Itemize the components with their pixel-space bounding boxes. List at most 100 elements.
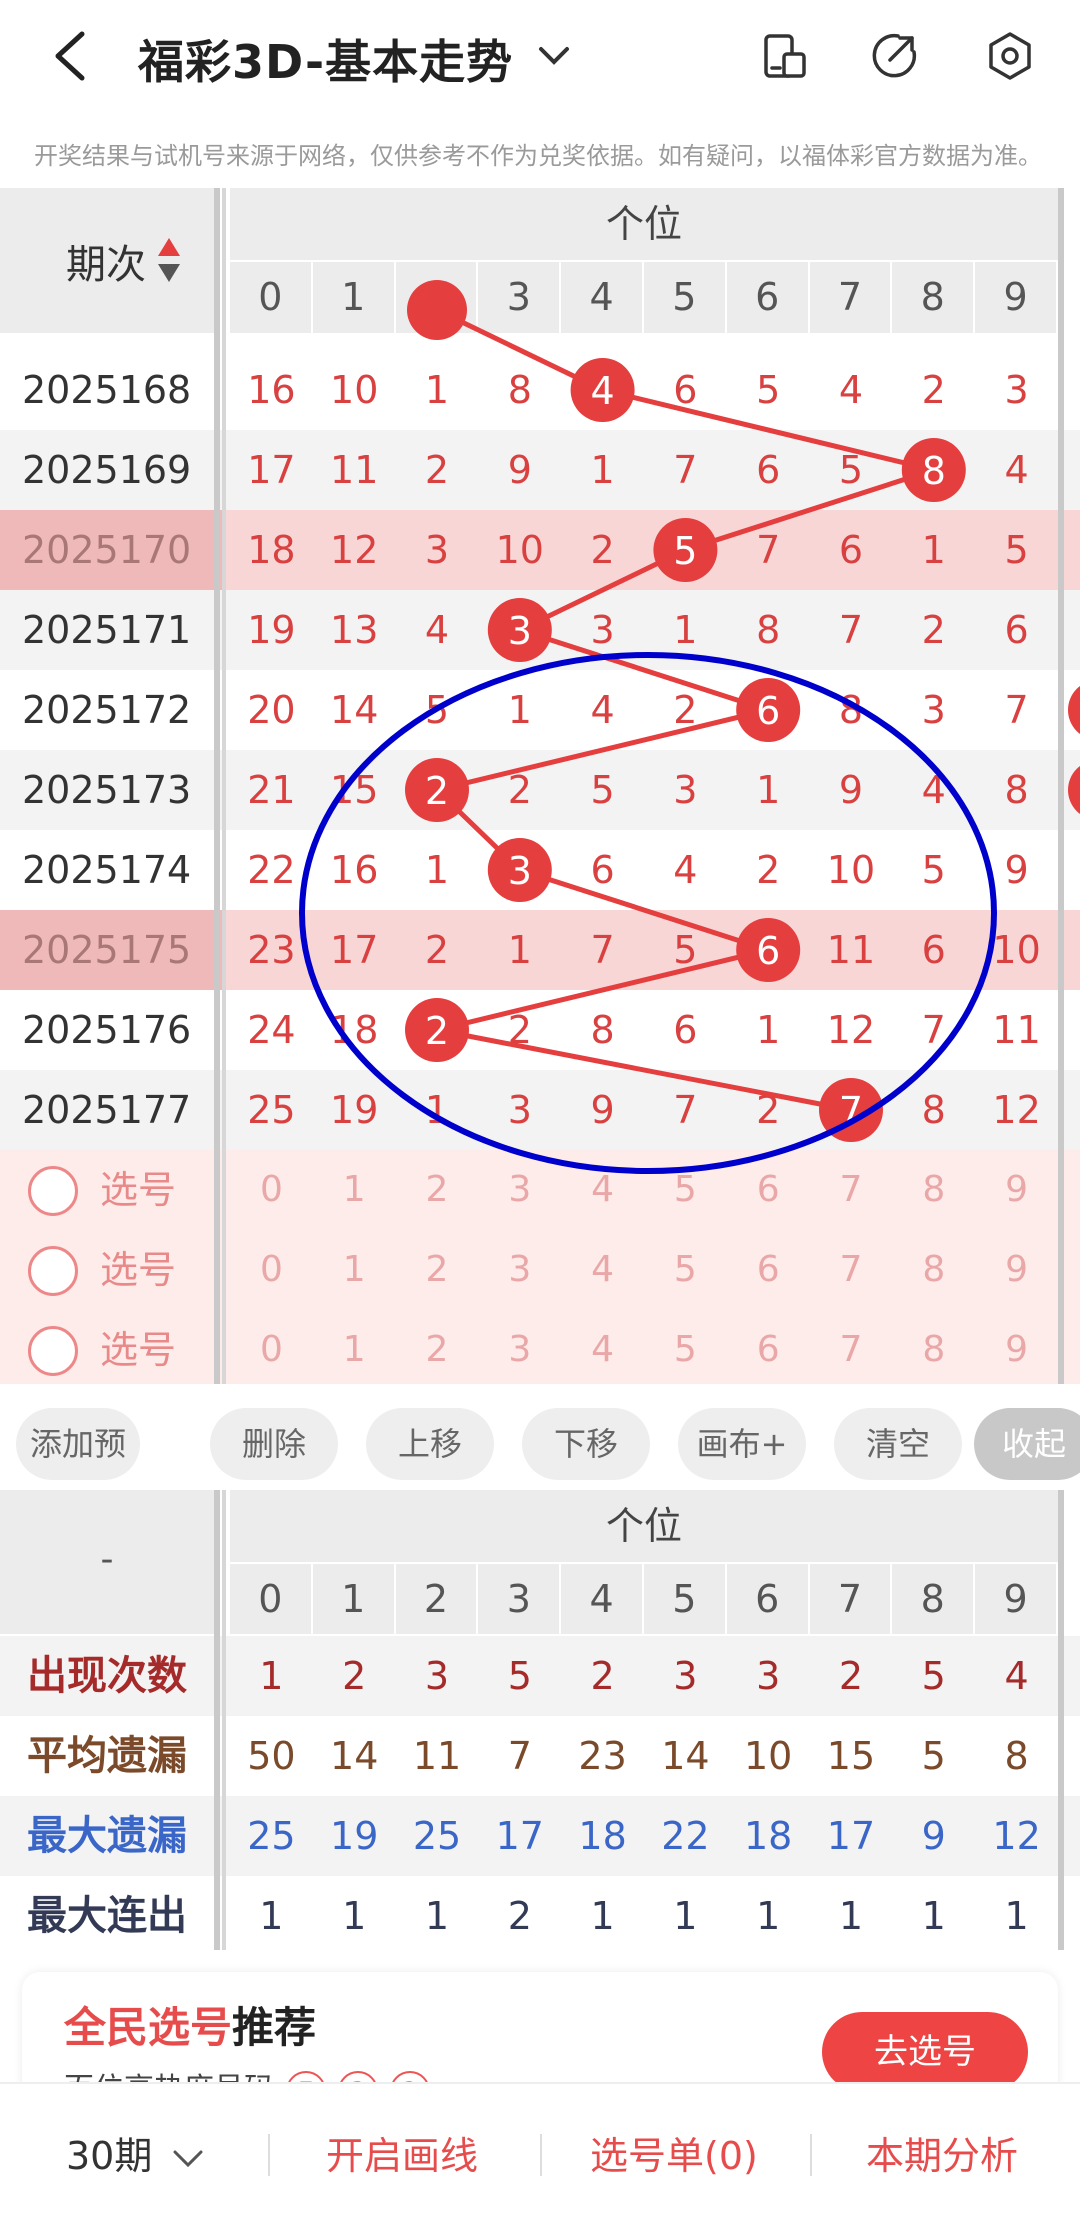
stats-row: 出现次数 1 2 3 5 2 3 3 2 5 4 xyxy=(0,1636,1080,1716)
chevron-left-icon xyxy=(55,31,85,81)
stats-value: 2 xyxy=(507,1894,532,1938)
stats-value: 1 xyxy=(590,1894,615,1938)
hit-ball: 6 xyxy=(736,678,801,742)
stats-row: 平均遗漏 50 14 11 7 23 14 10 15 5 8 xyxy=(0,1716,1080,1796)
stats-value: 17 xyxy=(826,1814,876,1858)
chevron-down-icon xyxy=(173,2150,203,2167)
hit-ball xyxy=(1068,686,1080,734)
page-title[interactable]: 福彩3D-基本走势 xyxy=(138,26,513,92)
chevron-down-icon xyxy=(539,47,569,65)
stats-value: 2 xyxy=(590,1654,615,1698)
period-select[interactable]: 30期 xyxy=(66,2084,204,2226)
device-icon xyxy=(764,34,806,78)
stats-cells: 25 19 25 17 18 22 18 17 9 12 xyxy=(230,1796,1058,1876)
title-dropdown-button[interactable] xyxy=(532,30,576,82)
toolbar-chip[interactable]: 添加预选 xyxy=(16,1408,140,1535)
stats-digit-header-cell: 4 xyxy=(561,1564,644,1634)
stats-value: 11 xyxy=(412,1734,462,1778)
stats-digit-header-cell: 0 xyxy=(230,1564,313,1634)
stats-value: 5 xyxy=(507,1654,532,1698)
back-button[interactable] xyxy=(40,22,100,90)
stats-value: 25 xyxy=(247,1814,296,1858)
period-analysis-button[interactable]: 本期分析 xyxy=(866,2084,1018,2226)
toolbar-chip[interactable]: 上移 xyxy=(366,1408,494,1480)
hit-ball: 3 xyxy=(487,838,552,902)
hit-ball-number: 2 xyxy=(425,769,449,813)
hit-ball-number: 6 xyxy=(756,689,780,733)
stats-value: 4 xyxy=(1004,1654,1029,1698)
stats-value: 3 xyxy=(756,1654,781,1698)
stats-value: 12 xyxy=(992,1814,1041,1858)
stats-value: 23 xyxy=(578,1734,627,1778)
stats-table: - 个位 0123456789 出现次数 1 2 3 5 2 3 3 2 5 4 平均遗漏 50 14 11… xyxy=(0,1490,1080,1950)
stats-value: 1 xyxy=(259,1654,284,1698)
stats-value: 3 xyxy=(424,1654,450,1698)
toolbar-chip[interactable]: 画布+ xyxy=(678,1408,806,1480)
trend-table: 期次 个位 0123456789 20251681610184654232025… xyxy=(0,188,1080,1384)
stats-value: 5 xyxy=(921,1654,946,1698)
hit-ball xyxy=(1068,766,1080,814)
action-toolbar: 添加预选删除上移下移画布+ 清空收起 xyxy=(0,1384,1080,1535)
stats-value: 3 xyxy=(673,1654,698,1698)
period-select-label: 30期 xyxy=(66,2134,153,2178)
settings-button[interactable] xyxy=(980,26,1040,86)
recommendation-title: 全民选号推荐 xyxy=(64,1994,316,2055)
top-bar: 福彩3D-基本走势 xyxy=(0,0,1080,112)
hit-ball: 2 xyxy=(405,998,469,1062)
stats-value: 2 xyxy=(342,1654,367,1698)
column-divider xyxy=(214,1490,220,1950)
stats-row-label: 最大遗漏 xyxy=(27,1813,187,1859)
bottom-divider xyxy=(540,2134,542,2176)
stats-value: 1 xyxy=(756,1894,781,1938)
toolbar-chip[interactable]: 删除 xyxy=(210,1408,338,1480)
stats-value: 1 xyxy=(259,1894,284,1938)
stats-row: 最大连出 1 1 1 2 1 1 1 1 1 1 xyxy=(0,1876,1080,1956)
go-pick-button[interactable]: 去选号 xyxy=(822,2012,1028,2092)
toolbar-chip[interactable]: 清空 xyxy=(834,1408,962,1480)
stats-value: 1 xyxy=(1004,1894,1029,1938)
stats-value: 8 xyxy=(1004,1734,1029,1778)
stats-value: 50 xyxy=(247,1734,296,1778)
hit-ball xyxy=(407,280,467,340)
stats-cells: 1 2 3 5 2 3 3 2 5 4 xyxy=(230,1636,1058,1716)
column-divider xyxy=(1058,1490,1064,1950)
stats-digit-header-cell: 1 xyxy=(313,1564,396,1634)
hit-ball: 5 xyxy=(653,518,718,582)
trend-line xyxy=(431,387,944,1113)
column-divider xyxy=(222,1490,226,1950)
hit-ball-number: 8 xyxy=(922,449,946,493)
disclaimer-text: 开奖结果与试机号来源于网络，仅供参考不作为兑奖依据。如有疑问，以福体彩官方数据为… xyxy=(34,142,1042,170)
share-button[interactable] xyxy=(864,26,924,86)
hit-ball-number: 4 xyxy=(591,369,615,413)
recommendation-title-black: 推荐 xyxy=(232,2003,317,2052)
toolbar-chip[interactable]: 下移 xyxy=(522,1408,650,1480)
stats-row-label: 平均遗漏 xyxy=(27,1733,187,1779)
settings-hexagon-icon xyxy=(989,32,1031,80)
stats-position-header: 个位 xyxy=(230,1490,1058,1562)
stats-cells: 50 14 11 7 23 14 10 15 5 8 xyxy=(230,1716,1058,1796)
stats-value: 14 xyxy=(661,1734,710,1778)
stats-digit-header-cell: 5 xyxy=(644,1564,727,1634)
hit-ball-number: 5 xyxy=(673,529,697,573)
stats-value: 5 xyxy=(921,1734,946,1778)
stats-value: 2 xyxy=(838,1654,864,1698)
stats-value: 1 xyxy=(838,1894,864,1938)
stats-digit-header-cell: 2 xyxy=(396,1564,479,1634)
column-divider xyxy=(1058,188,1064,1384)
stats-row-label: 最大连出 xyxy=(27,1893,187,1939)
stats-row: 最大遗漏 25 19 25 17 18 22 18 17 9 12 xyxy=(0,1796,1080,1876)
bottom-divider xyxy=(810,2134,812,2176)
device-button[interactable] xyxy=(754,26,814,86)
hit-ball-number: 3 xyxy=(508,849,532,893)
stats-value: 25 xyxy=(412,1814,462,1858)
hit-ball-number: 2 xyxy=(425,1009,449,1053)
hit-ball-number: 3 xyxy=(508,609,532,653)
stats-value: 18 xyxy=(578,1814,627,1858)
draw-line-button[interactable]: 开启画线 xyxy=(326,2084,478,2226)
pick-list-button[interactable]: 选号单(0) xyxy=(590,2084,758,2226)
toolbar-chip[interactable]: 收起 xyxy=(974,1408,1080,1480)
stats-value: 17 xyxy=(495,1814,544,1858)
stats-value: 1 xyxy=(342,1894,367,1938)
hit-ball: 8 xyxy=(901,438,966,502)
stats-value: 9 xyxy=(921,1814,946,1858)
